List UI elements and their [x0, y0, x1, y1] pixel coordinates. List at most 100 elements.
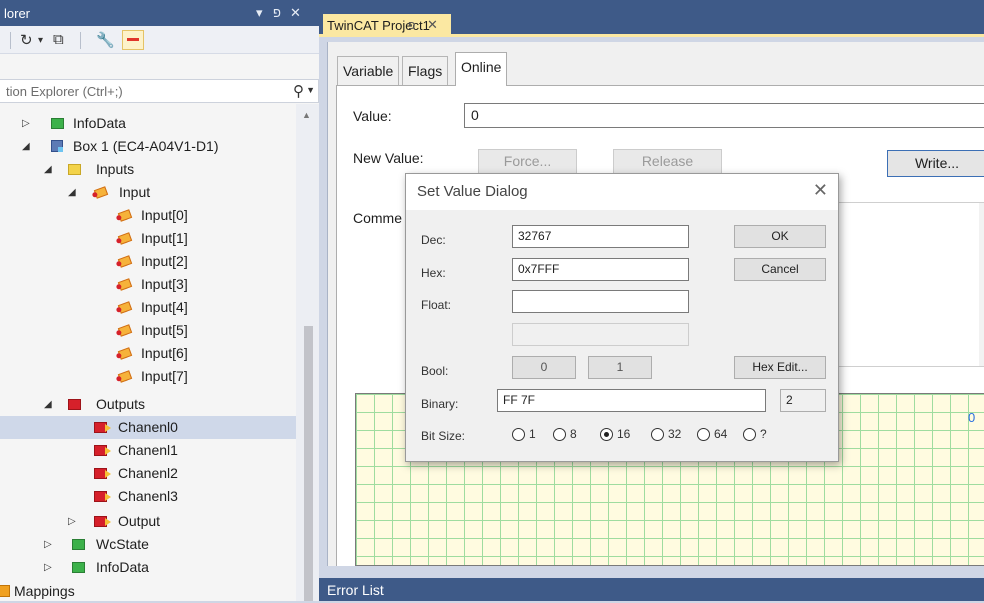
tree-item-label: Input[2] [141, 253, 188, 269]
tree-item-mappings[interactable]: Mappings [0, 580, 296, 603]
mappings-icon [0, 585, 10, 597]
float-label: Float: [421, 298, 452, 312]
expand-arrow-icon[interactable]: ▷ [22, 112, 30, 135]
tree-item-label: Input[5] [141, 322, 188, 338]
tree-scrollbar[interactable]: ▲ [296, 104, 319, 601]
tab-flags[interactable]: Flags [402, 56, 449, 85]
force-button[interactable]: Force... [478, 149, 577, 174]
tree-item-label: Outputs [96, 396, 146, 412]
tree-item-label: Input[4] [141, 299, 188, 315]
collapse-all-icon[interactable]: ⧉ [53, 31, 64, 48]
expand-arrow-icon[interactable]: ▷ [44, 556, 52, 579]
bool-1-button[interactable]: 1 [588, 356, 652, 379]
binary-field[interactable]: FF 7F [497, 389, 766, 412]
value-field: 0 [464, 103, 984, 128]
bool-0-button[interactable]: 0 [512, 356, 576, 379]
tree-item-label: InfoData [73, 115, 126, 131]
tree-item-chanenl3[interactable]: Chanenl3 [0, 485, 296, 508]
tree-item-input-0[interactable]: Input[0] [0, 204, 296, 227]
error-list-label: Error List [327, 582, 384, 598]
tab-variable[interactable]: Variable [337, 56, 400, 85]
radio-circle-icon [512, 428, 525, 441]
close-icon[interactable]: ✕ [813, 180, 828, 201]
tree-item-label: Box 1 (EC4-A04V1-D1) [73, 138, 219, 154]
preview-toggle-icon[interactable] [122, 30, 144, 50]
tree-item-input-5[interactable]: Input[5] [0, 319, 296, 342]
cancel-button[interactable]: Cancel [734, 258, 826, 281]
properties-wrench-icon[interactable]: 🔧 [96, 31, 115, 49]
expand-arrow-icon[interactable]: ▷ [44, 533, 52, 556]
pin-icon[interactable]: פ [273, 5, 281, 20]
tree-item-output[interactable]: ▷ Output [0, 510, 296, 533]
history-icon[interactable]: ↻ [20, 31, 33, 49]
grid-value: 0 [968, 410, 976, 425]
tree-item-infodata[interactable]: ▷ InfoData [0, 112, 296, 135]
radio-selected-icon [600, 428, 613, 441]
scroll-up-icon[interactable]: ▲ [302, 110, 311, 120]
tree-item-label: Input[7] [141, 368, 188, 384]
bit-size-label: Bit Size: [421, 429, 466, 443]
search-icon[interactable]: ⚲ [293, 82, 304, 100]
tree-item-input-7[interactable]: Input[7] [0, 365, 296, 388]
tree-item-infodata-2[interactable]: ▷ InfoData [0, 556, 296, 579]
tree-item-label: Inputs [96, 161, 135, 177]
dropdown-arrow-icon[interactable]: ▾ [38, 35, 43, 46]
hex-field[interactable]: 0x7FFF [512, 258, 689, 281]
tree-item-label: Input [119, 184, 151, 200]
tab-online[interactable]: Online [455, 52, 508, 86]
explorer-search-field[interactable]: tion Explorer (Ctrl+;) ⚲ ▼ [0, 79, 319, 103]
scrollbar-thumb[interactable] [304, 326, 313, 601]
tree-item-input-6[interactable]: Input[6] [0, 342, 296, 365]
error-list-bar[interactable]: Error List [319, 578, 984, 601]
collapse-arrow-icon[interactable]: ◢ [44, 158, 52, 181]
tree-item-chanenl1[interactable]: Chanenl1 [0, 439, 296, 462]
search-options-icon[interactable]: ▼ [306, 85, 315, 95]
comment-field[interactable] [814, 202, 984, 367]
comment-label: Comme [353, 210, 403, 226]
green-io-icon [51, 118, 64, 129]
tree-item-box1[interactable]: ◢ Box 1 (EC4-A04V1-D1) [0, 135, 296, 158]
ok-button[interactable]: OK [734, 225, 826, 248]
tree-item-chanenl2[interactable]: Chanenl2 [0, 462, 296, 485]
dialog-title: Set Value Dialog [417, 183, 528, 200]
dec-field[interactable]: 32767 [512, 225, 689, 248]
new-value-label: New Value: [353, 150, 424, 166]
toolbar-separator [80, 32, 81, 49]
close-icon[interactable]: ✕ [290, 5, 301, 21]
tree-item-input-3[interactable]: Input[3] [0, 273, 296, 296]
tree-item-input-2[interactable]: Input[2] [0, 250, 296, 273]
tree-item-label: Mappings [14, 583, 75, 599]
explorer-toolbar: ↻ ▾ ⧉ 🔧 [0, 26, 319, 54]
tree-item-chanenl0[interactable]: Chanenl0 [0, 416, 296, 439]
radio-circle-icon [651, 428, 664, 441]
collapse-arrow-icon[interactable]: ◢ [68, 181, 76, 204]
tree-item-wcstate[interactable]: ▷ WcState [0, 533, 296, 556]
tree-item-input-1[interactable]: Input[1] [0, 227, 296, 250]
binary-label: Binary: [421, 397, 459, 411]
hex-edit-button[interactable]: Hex Edit... [734, 356, 826, 379]
solution-tree: ▷ InfoData ◢ Box 1 (EC4-A04V1-D1) ◢ Inpu… [0, 104, 296, 601]
expand-arrow-icon[interactable]: ▷ [68, 510, 76, 533]
write-button[interactable]: Write... [887, 150, 984, 177]
tree-item-label: Input[1] [141, 230, 188, 246]
tab-twincat-project1[interactable]: TwinCAT Project1 פ ✕ [323, 14, 451, 37]
tree-item-inputs[interactable]: ◢ Inputs [0, 158, 296, 181]
set-value-dialog: Set Value Dialog ✕ Dec: 32767 OK Hex: 0x… [405, 173, 839, 462]
explorer-title: lorer [4, 6, 31, 21]
float-field[interactable] [512, 290, 689, 313]
comment-scrollbar[interactable] [979, 203, 984, 366]
input-var-icon [117, 324, 133, 337]
collapse-arrow-icon[interactable]: ◢ [44, 393, 52, 416]
tree-item-input-4[interactable]: Input[4] [0, 296, 296, 319]
close-tab-icon[interactable]: ✕ [427, 17, 438, 33]
hex-label: Hex: [421, 266, 446, 280]
release-button[interactable]: Release [613, 149, 722, 174]
tree-item-outputs[interactable]: ◢ Outputs [0, 393, 296, 416]
tree-item-input[interactable]: ◢ Input [0, 181, 296, 204]
output-var-icon [94, 491, 111, 502]
window-position-icon[interactable]: ▾ [256, 5, 263, 21]
collapse-arrow-icon[interactable]: ◢ [22, 135, 30, 158]
dec-label: Dec: [421, 233, 446, 247]
output-var-icon [94, 468, 111, 479]
pin-icon[interactable]: פ [408, 18, 415, 32]
